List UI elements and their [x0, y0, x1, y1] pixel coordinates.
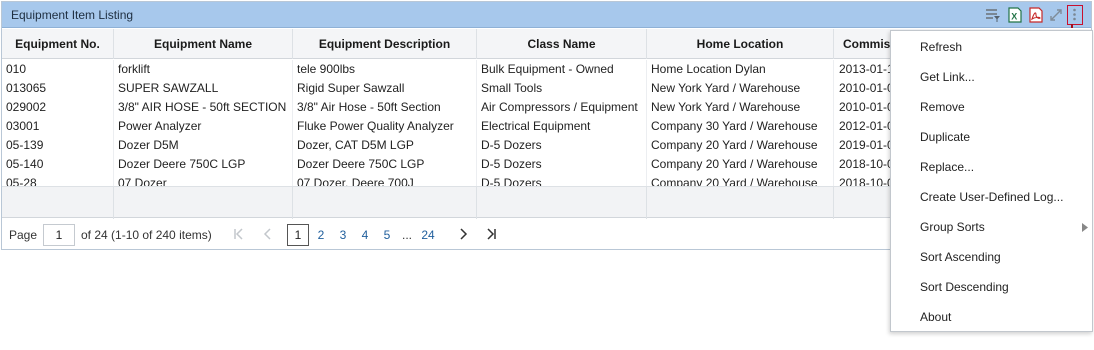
column-header-equipment-description[interactable]: Equipment Description: [293, 29, 477, 59]
class-name-cell: Electrical Equipment: [477, 117, 647, 136]
menu-item-sort-ascending[interactable]: Sort Ascending: [891, 242, 1092, 272]
column-header-equipment-no[interactable]: Equipment No.: [2, 29, 114, 59]
previous-page-icon[interactable]: [261, 226, 275, 242]
home-location-cell: Company 20 Yard / Warehouse: [647, 155, 834, 174]
next-page-icon[interactable]: [456, 226, 470, 242]
equipment-no-cell: 010: [2, 60, 114, 79]
menu-item-label: Create User-Defined Log...: [920, 190, 1064, 204]
filter-rows-icon[interactable]: [985, 7, 1001, 23]
page-link-4[interactable]: 4: [358, 225, 372, 245]
column-header-equipment-name[interactable]: Equipment Name: [114, 29, 293, 59]
equipment-name-cell: Dozer Deere 750C LGP: [114, 155, 293, 174]
equipment-name-cell: forklift: [114, 60, 293, 79]
menu-item-label: Group Sorts: [920, 220, 985, 234]
filler-cell: [647, 187, 834, 219]
menu-item-about[interactable]: About: [891, 302, 1092, 332]
class-name-cell: D-5 Dozers: [477, 136, 647, 155]
home-location-cell: New York Yard / Warehouse: [647, 79, 834, 98]
grid-context-menu: Refresh Get Link... Remove Duplicate Replace…: [890, 30, 1093, 332]
vertical-ellipsis-menu-icon: [1073, 8, 1076, 21]
filler-cell: [477, 187, 647, 219]
column-header-class-name[interactable]: Class Name: [477, 29, 647, 59]
menu-item-replace[interactable]: Replace...: [891, 152, 1092, 182]
home-location-cell: Company 20 Yard / Warehouse: [647, 174, 834, 186]
equipment-description-cell: Dozer Deere 750C LGP: [293, 155, 477, 174]
page-link-2[interactable]: 2: [314, 225, 328, 245]
equipment-no-cell: 029002: [2, 98, 114, 117]
page-number-input[interactable]: [43, 224, 75, 246]
first-page-icon[interactable]: [232, 226, 246, 242]
equipment-name-cell: Power Analyzer: [114, 117, 293, 136]
filler-cell: [114, 187, 293, 219]
equipment-description-cell: 3/8" Air Hose - 50ft Section: [293, 98, 477, 117]
menu-item-label: Refresh: [920, 40, 963, 54]
filler-cell: [2, 187, 114, 219]
column-header-home-location[interactable]: Home Location: [647, 29, 834, 59]
svg-text:X: X: [1011, 12, 1017, 22]
page-count-text: of 24 (1-10 of 240 items): [81, 228, 212, 242]
page-ellipsis[interactable]: ...: [400, 225, 414, 245]
page-link-3[interactable]: 3: [336, 225, 350, 245]
home-location-cell: Company 30 Yard / Warehouse: [647, 117, 834, 136]
page-link-1[interactable]: 1: [287, 224, 309, 246]
menu-item-get-link[interactable]: Get Link...: [891, 62, 1092, 92]
home-location-cell: Company 20 Yard / Warehouse: [647, 136, 834, 155]
class-name-cell: Small Tools: [477, 79, 647, 98]
submenu-arrow-icon: [1082, 223, 1088, 232]
menu-item-remove[interactable]: Remove: [891, 92, 1092, 122]
expand-icon[interactable]: [1048, 7, 1064, 23]
menu-item-group-sorts[interactable]: Group Sorts: [891, 212, 1092, 242]
filler-cell: [293, 187, 477, 219]
page-link-24[interactable]: 24: [421, 225, 435, 245]
excel-export-icon[interactable]: X: [1007, 7, 1023, 23]
equipment-name-cell: SUPER SAWZALL: [114, 79, 293, 98]
menu-item-label: Sort Descending: [920, 280, 1009, 294]
page-link-5[interactable]: 5: [380, 225, 394, 245]
equipment-no-cell: 013065: [2, 79, 114, 98]
equipment-description-cell: Dozer, CAT D5M LGP: [293, 136, 477, 155]
home-location-cell: New York Yard / Warehouse: [647, 98, 834, 117]
equipment-no-cell: 03001: [2, 117, 114, 136]
equipment-name-cell: 3/8" AIR HOSE - 50ft SECTION: [114, 98, 293, 117]
menu-item-sort-descending[interactable]: Sort Descending: [891, 272, 1092, 302]
menu-item-create-user-defined-log[interactable]: Create User-Defined Log...: [891, 182, 1092, 212]
menu-item-label: Replace...: [920, 160, 975, 174]
equipment-name-cell: Dozer D5M: [114, 136, 293, 155]
home-location-cell: Home Location Dylan: [647, 60, 834, 79]
menu-item-refresh[interactable]: Refresh: [891, 32, 1092, 62]
page-label: Page: [9, 228, 38, 242]
panel-title-bar: Equipment Item Listing X: [2, 2, 1091, 28]
equipment-description-cell: 07 Dozer, Deere 700J: [293, 174, 477, 186]
equipment-no-cell: 05-140: [2, 155, 114, 174]
equipment-name-cell: 07 Dozer: [114, 174, 293, 186]
class-name-cell: Bulk Equipment - Owned: [477, 60, 647, 79]
grid-menu-button[interactable]: [1067, 5, 1083, 25]
equipment-description-cell: Rigid Super Sawzall: [293, 79, 477, 98]
menu-item-duplicate[interactable]: Duplicate: [891, 122, 1092, 152]
class-name-cell: D-5 Dozers: [477, 174, 647, 186]
class-name-cell: Air Compressors / Equipment: [477, 98, 647, 117]
class-name-cell: D-5 Dozers: [477, 155, 647, 174]
menu-item-label: Duplicate: [920, 130, 971, 144]
pdf-export-icon[interactable]: [1028, 7, 1044, 23]
menu-item-label: About: [920, 310, 952, 324]
equipment-no-cell: 05-28: [2, 174, 114, 186]
equipment-description-cell: Fluke Power Quality Analyzer: [293, 117, 477, 136]
menu-item-label: Sort Ascending: [920, 250, 1001, 264]
menu-item-label: Remove: [920, 100, 965, 114]
equipment-description-cell: tele 900lbs: [293, 60, 477, 79]
panel-title: Equipment Item Listing: [11, 8, 134, 22]
menu-item-label: Get Link...: [920, 70, 975, 84]
last-page-icon[interactable]: [484, 226, 498, 242]
equipment-no-cell: 05-139: [2, 136, 114, 155]
